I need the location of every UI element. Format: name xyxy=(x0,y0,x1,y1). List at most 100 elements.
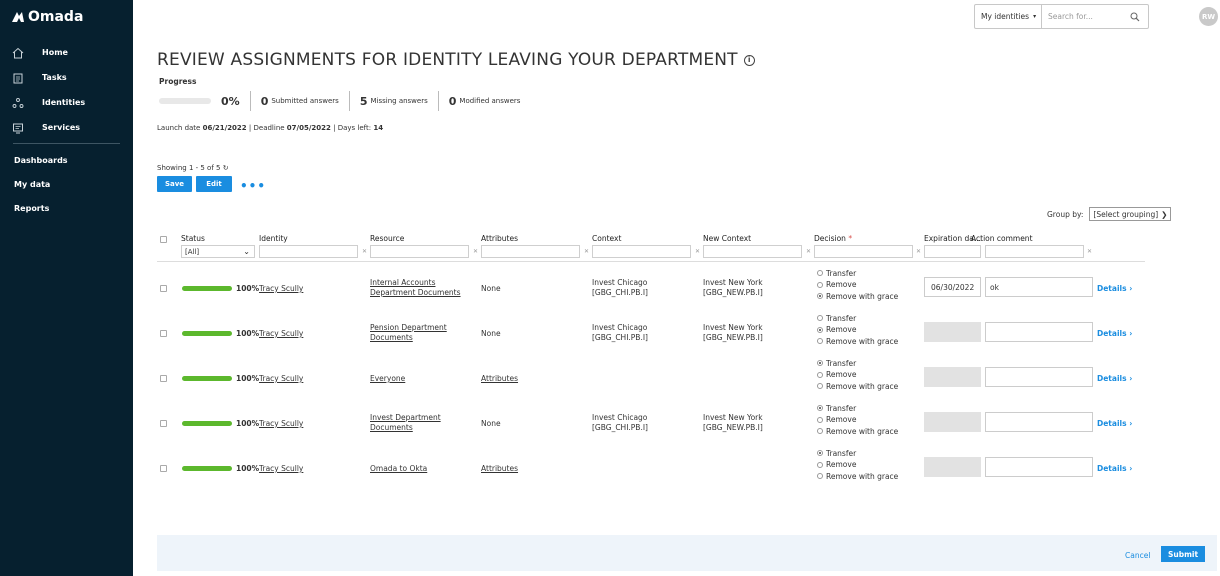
details-link[interactable]: Details › xyxy=(1097,284,1132,293)
sidebar-item-home[interactable]: Home xyxy=(0,40,133,65)
new-context-filter-input[interactable]: ✕ xyxy=(695,245,802,258)
radio-button[interactable] xyxy=(817,371,823,378)
identity-link[interactable]: Tracy Scully xyxy=(259,374,303,384)
column-header-decision[interactable]: Decision * xyxy=(814,234,852,243)
resource-link[interactable]: Invest Department Documents xyxy=(370,413,441,433)
decision-radio[interactable]: Transfer xyxy=(817,448,856,458)
action-comment-input[interactable] xyxy=(985,322,1093,342)
identity-link[interactable]: Tracy Scully xyxy=(259,284,303,294)
row-checkbox[interactable] xyxy=(160,330,167,337)
attributes-link[interactable]: Attributes xyxy=(481,374,518,384)
status-filter-select[interactable]: [All] ⌄ xyxy=(181,245,255,258)
resource-filter-input[interactable]: ✕ xyxy=(362,245,469,258)
sidebar-item-dashboards[interactable]: Dashboards xyxy=(0,149,133,173)
save-button[interactable]: Save xyxy=(157,176,192,192)
resource-link[interactable]: Omada to Okta xyxy=(370,464,427,474)
column-header-attributes[interactable]: Attributes xyxy=(481,234,518,243)
expiration-date-input[interactable]: 06/30/2022 xyxy=(924,277,981,297)
avatar[interactable]: RW xyxy=(1199,7,1218,26)
clear-icon[interactable]: ✕ xyxy=(584,248,589,255)
expiration-filter-input[interactable]: ✕ xyxy=(916,245,981,258)
decision-radio[interactable]: Remove xyxy=(817,370,856,380)
identity-link[interactable]: Tracy Scully xyxy=(259,419,303,429)
radio-button[interactable] xyxy=(817,383,823,389)
radio-button[interactable] xyxy=(817,428,823,434)
column-header-comment[interactable]: Action comment xyxy=(971,234,1033,243)
action-comment-input[interactable] xyxy=(985,367,1093,387)
decision-radio[interactable]: Transfer xyxy=(817,358,856,368)
identity-link[interactable]: Tracy Scully xyxy=(259,464,303,474)
resource-link[interactable]: Pension Department Documents xyxy=(370,323,447,343)
column-header-new-context[interactable]: New Context xyxy=(703,234,751,243)
details-link[interactable]: Details › xyxy=(1097,329,1132,338)
sidebar-item-reports[interactable]: Reports xyxy=(0,197,133,221)
sidebar-item-identities[interactable]: Identities xyxy=(0,90,133,115)
identity-link[interactable]: Tracy Scully xyxy=(259,329,303,339)
row-checkbox[interactable] xyxy=(160,465,167,472)
clear-icon[interactable]: ✕ xyxy=(1087,248,1092,255)
clear-icon[interactable]: ✕ xyxy=(695,248,700,255)
radio-button[interactable] xyxy=(817,293,823,299)
action-comment-input[interactable]: ok xyxy=(985,277,1093,297)
clear-icon[interactable]: ✕ xyxy=(806,248,811,255)
action-comment-input[interactable] xyxy=(985,412,1093,432)
identity-filter-input[interactable] xyxy=(259,245,358,258)
radio-button[interactable] xyxy=(817,315,823,321)
search-input[interactable]: Search for... xyxy=(1042,4,1149,29)
radio-button[interactable] xyxy=(817,461,823,468)
radio-button[interactable] xyxy=(817,338,823,344)
search-icon[interactable] xyxy=(1130,12,1140,24)
clear-icon[interactable]: ✕ xyxy=(473,248,478,255)
attributes-filter-input[interactable]: ✕ xyxy=(473,245,580,258)
row-checkbox[interactable] xyxy=(160,375,167,382)
action-comment-input[interactable] xyxy=(985,457,1093,477)
radio-button[interactable] xyxy=(817,473,823,479)
select-all-checkbox[interactable] xyxy=(160,236,167,243)
radio-button[interactable] xyxy=(817,270,823,276)
edit-button[interactable]: Edit xyxy=(196,176,232,192)
decision-radio[interactable]: Remove with grace xyxy=(817,471,898,481)
cancel-button[interactable]: Cancel xyxy=(1125,551,1150,560)
radio-button[interactable] xyxy=(817,416,823,423)
decision-radio[interactable]: Transfer xyxy=(817,268,856,278)
decision-radio[interactable]: Remove xyxy=(817,415,856,425)
attributes-link[interactable]: Attributes xyxy=(481,464,518,474)
sidebar-item-services[interactable]: Services xyxy=(0,115,133,140)
column-header-status[interactable]: Status xyxy=(181,234,205,243)
more-actions-button[interactable]: ••• xyxy=(240,179,266,193)
decision-radio[interactable]: Transfer xyxy=(817,313,856,323)
details-link[interactable]: Details › xyxy=(1097,464,1132,473)
sidebar-item-my-data[interactable]: My data xyxy=(0,173,133,197)
details-link[interactable]: Details › xyxy=(1097,419,1132,428)
radio-button[interactable] xyxy=(817,360,823,366)
decision-radio[interactable]: Transfer xyxy=(817,403,856,413)
column-header-identity[interactable]: Identity xyxy=(259,234,288,243)
group-by-select[interactable]: [Select grouping] ❯ xyxy=(1089,207,1172,221)
radio-button[interactable] xyxy=(817,326,823,333)
row-checkbox[interactable] xyxy=(160,420,167,427)
identity-scope-select[interactable]: My identities ▾ xyxy=(974,4,1042,29)
sidebar-item-tasks[interactable]: Tasks xyxy=(0,65,133,90)
clear-icon[interactable]: ✕ xyxy=(916,248,921,255)
resource-link[interactable]: Internal Accounts Department Documents xyxy=(370,278,461,298)
submit-button[interactable]: Submit xyxy=(1161,546,1205,562)
details-link[interactable]: Details › xyxy=(1097,374,1132,383)
decision-radio[interactable]: Remove with grace xyxy=(817,381,898,391)
decision-radio[interactable]: Remove xyxy=(817,460,856,470)
comment-filter-input[interactable]: ✕ xyxy=(985,245,1092,258)
context-filter-input[interactable]: ✕ xyxy=(584,245,691,258)
decision-radio[interactable]: Remove xyxy=(817,280,856,290)
decision-radio[interactable]: Remove with grace xyxy=(817,426,898,436)
column-header-context[interactable]: Context xyxy=(592,234,621,243)
refresh-icon[interactable]: ↻ xyxy=(223,164,229,172)
row-checkbox[interactable] xyxy=(160,285,167,292)
decision-radio[interactable]: Remove with grace xyxy=(817,336,898,346)
radio-button[interactable] xyxy=(817,405,823,411)
decision-radio[interactable]: Remove with grace xyxy=(817,291,898,301)
resource-link[interactable]: Everyone xyxy=(370,374,405,384)
column-header-resource[interactable]: Resource xyxy=(370,234,404,243)
clear-icon[interactable]: ✕ xyxy=(362,248,367,255)
info-icon[interactable]: i xyxy=(743,54,755,66)
radio-button[interactable] xyxy=(817,450,823,456)
decision-filter-input[interactable]: ✕ xyxy=(806,245,913,258)
